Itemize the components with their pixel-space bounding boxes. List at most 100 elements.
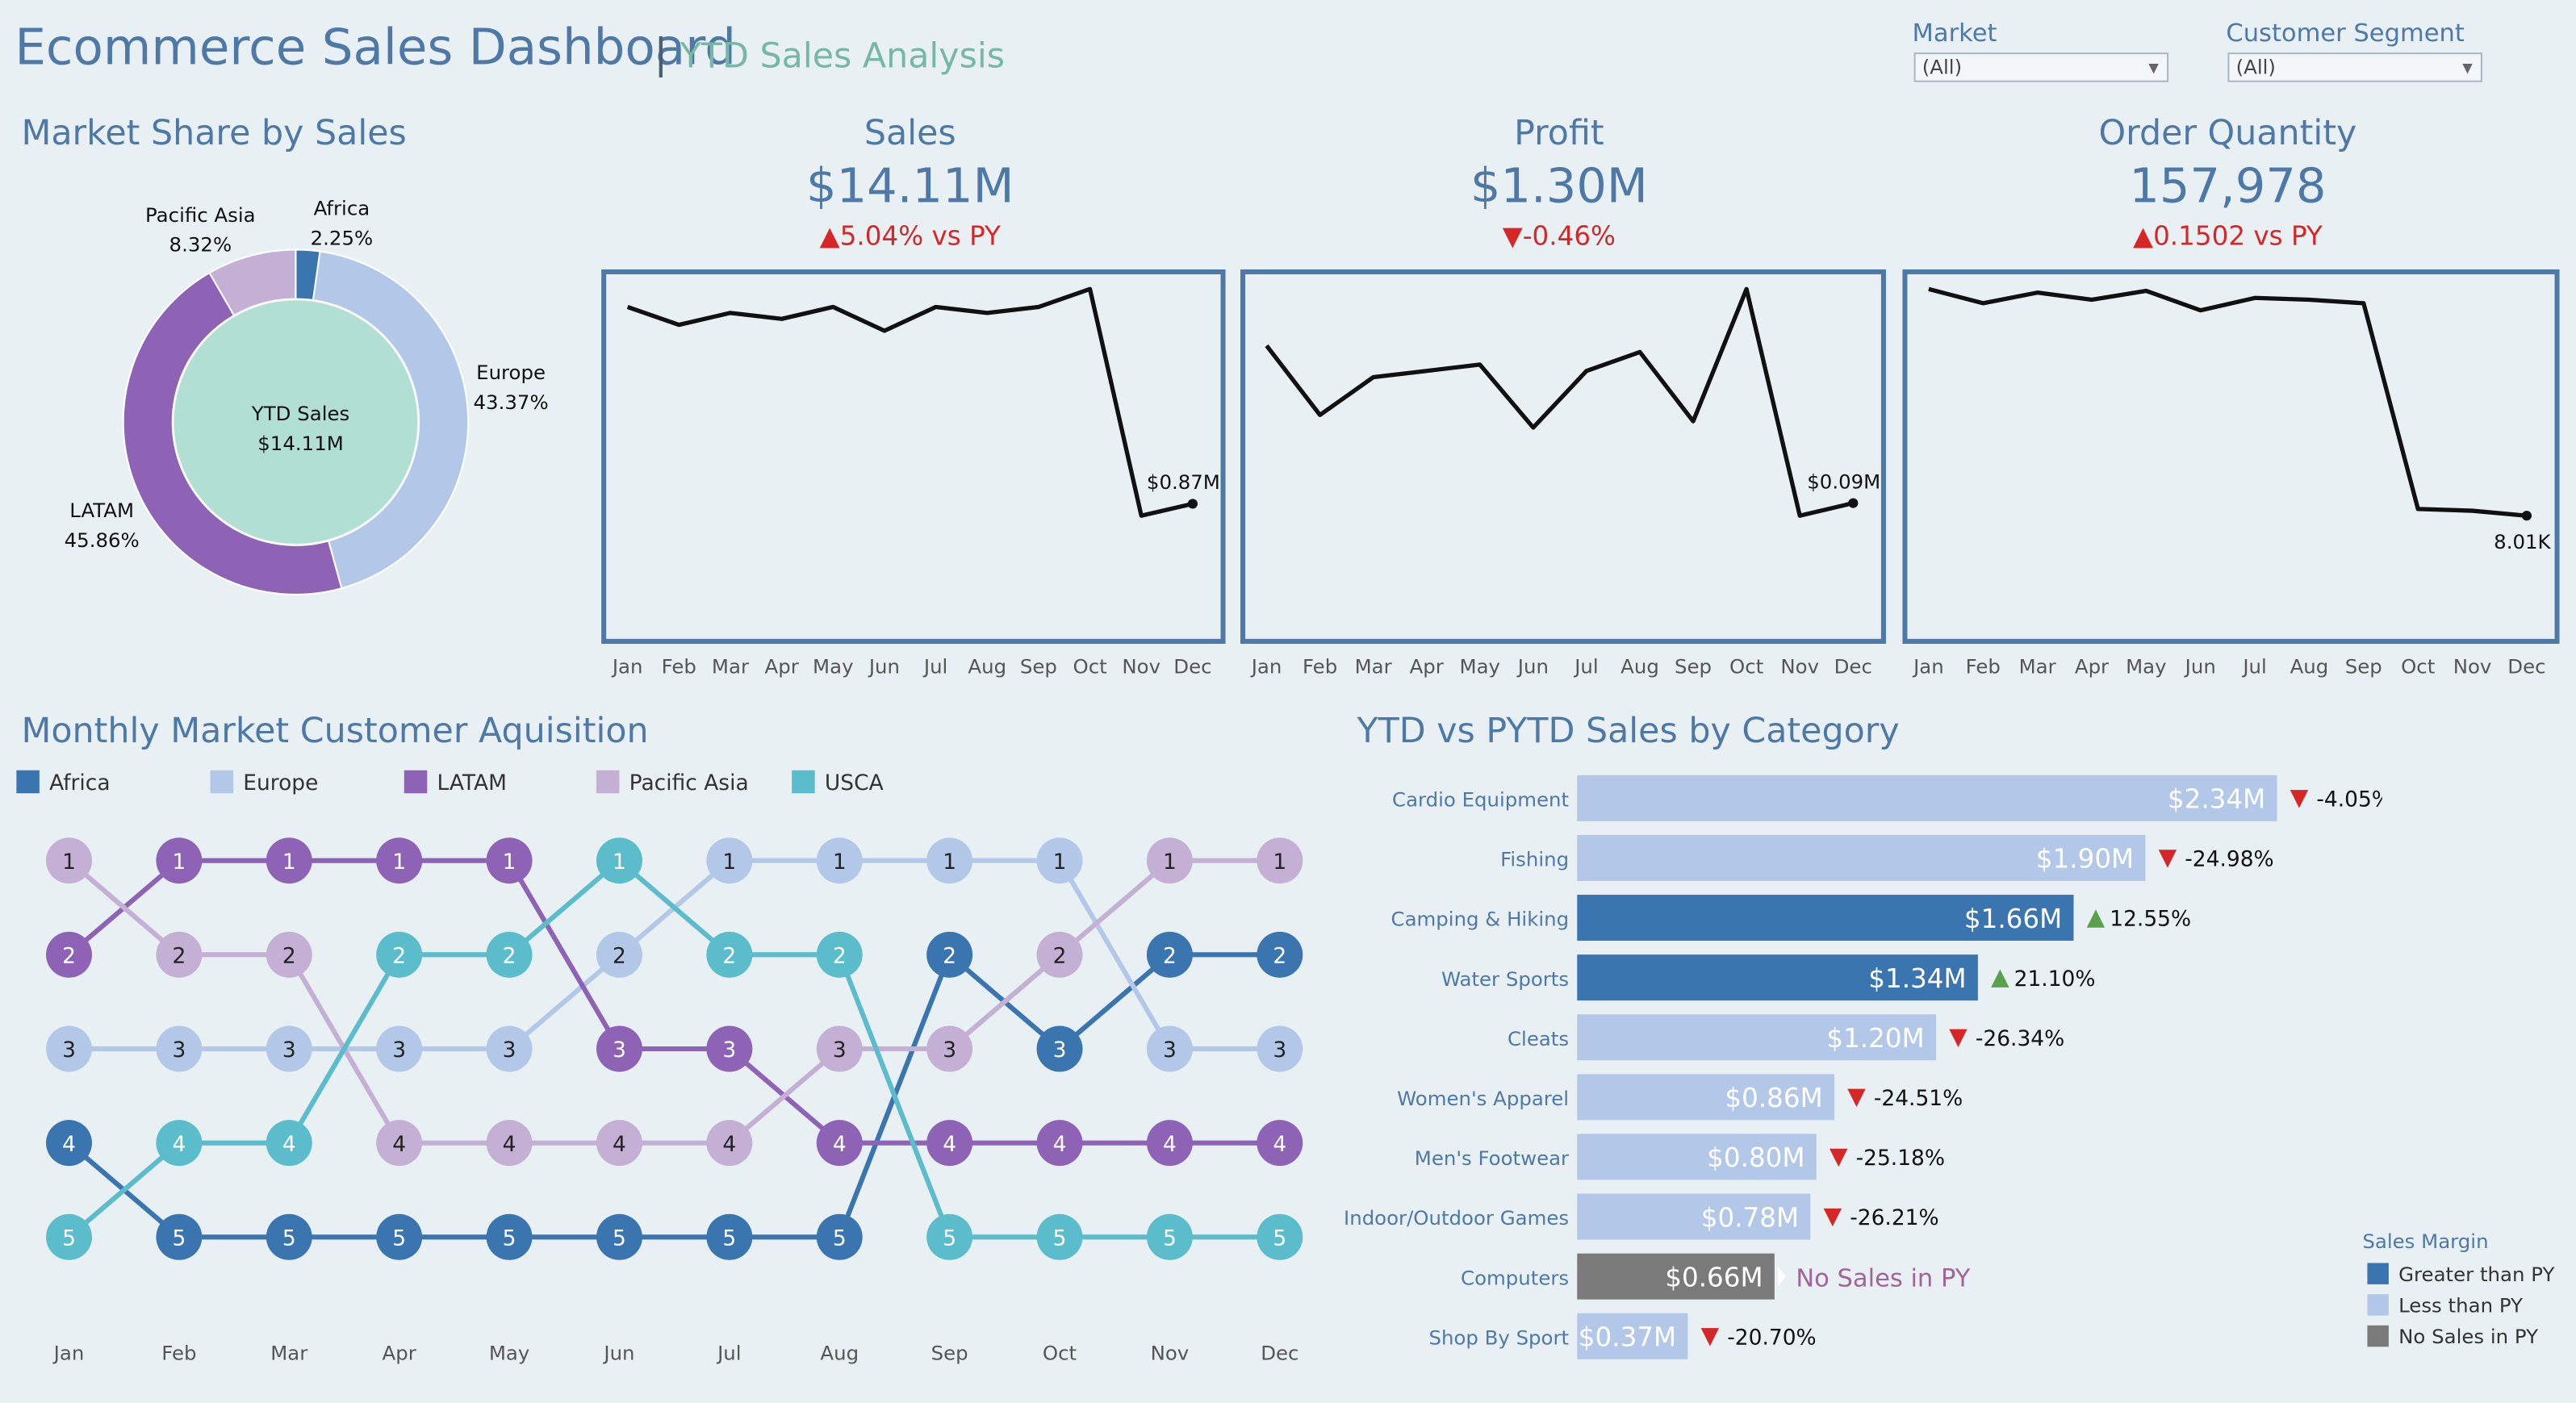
bar-value-label: $2.34M: [2168, 784, 2265, 815]
rank-label: 1: [62, 850, 76, 875]
x-tick-label: Feb: [1966, 655, 2001, 679]
rank-label: 5: [943, 1226, 956, 1251]
pie-label-pacific-asia: Pacific Asia 8.32%: [128, 200, 273, 259]
x-tick-label: Sep: [1020, 655, 1057, 679]
legend-label: Greater than PY: [2398, 1263, 2555, 1286]
up-arrow-icon: ▲: [2133, 219, 2154, 252]
x-tick-label: Oct: [1073, 655, 1106, 679]
x-tick-label: Jun: [602, 1342, 634, 1365]
pie-label-name: Africa: [313, 197, 370, 220]
trend-line: [626, 286, 1194, 518]
x-tick-label: Nov: [1122, 655, 1160, 679]
down-triangle-icon: [1830, 1148, 1848, 1167]
rank-label: 1: [833, 850, 847, 875]
legend-item-usca: USCA: [792, 770, 884, 797]
rank-label: 3: [282, 1038, 296, 1063]
rank-label: 1: [722, 850, 736, 875]
series-line-pacific-asia: [67, 858, 1280, 1146]
legend-swatch: [16, 770, 40, 794]
trend-end-label: $0.09M: [1807, 470, 1880, 493]
pie-label-latam: LATAM 45.86%: [54, 496, 149, 555]
bar-value-label: $1.90M: [2036, 844, 2134, 875]
down-arrow-icon: ▼: [1502, 219, 1523, 252]
up-triangle-icon: [1991, 969, 2009, 988]
x-tick-label: Feb: [1303, 655, 1337, 679]
bar-value-label: $1.34M: [1868, 963, 1966, 994]
rank-label: 5: [722, 1226, 736, 1251]
x-tick-label: Jul: [922, 655, 947, 679]
down-triangle-icon: [1823, 1208, 1842, 1227]
rank-label: 4: [943, 1132, 956, 1157]
category-label: Indoor/Outdoor Games: [1344, 1206, 1569, 1230]
x-tick-label: Jul: [716, 1342, 741, 1365]
rank-label: 2: [1163, 944, 1177, 969]
donut-center-title: YTD Sales: [251, 402, 350, 426]
chevron-down-icon: ▼: [2148, 61, 2159, 76]
kpi-sales-delta-text: 5.04% vs PY: [839, 219, 1001, 252]
series-line-africa: [67, 950, 1280, 1240]
down-triangle-icon: [1847, 1088, 1866, 1108]
x-tick-label: Sep: [931, 1342, 968, 1365]
rank-label: 4: [392, 1132, 406, 1157]
x-tick-label: Apr: [383, 1342, 417, 1365]
pie-label-europe: Europe 43.37%: [463, 358, 558, 417]
x-tick-label: Mar: [712, 655, 750, 679]
trend-line: [1928, 286, 2528, 518]
category-title: YTD vs PYTD Sales by Category: [1357, 711, 1900, 751]
up-arrow-icon: ▲: [819, 219, 840, 252]
rank-label: 2: [943, 944, 956, 969]
x-tick-label: Apr: [1410, 655, 1445, 679]
x-tick-label: Apr: [2075, 655, 2110, 679]
rank-label: 1: [613, 850, 626, 875]
rank-label: 3: [1273, 1038, 1286, 1063]
down-triangle-icon: [1949, 1029, 1968, 1047]
x-tick-label: Aug: [2290, 655, 2329, 679]
title-separator: |: [654, 29, 668, 77]
rank-label: 5: [1273, 1226, 1286, 1251]
bar-value-label: $0.78M: [1701, 1202, 1799, 1233]
profit-trend-chart: $0.09M Jan Feb Mar Apr May Jun Jul Aug Sep Oct Nov D…: [1240, 269, 1886, 679]
down-triangle-icon: [2290, 790, 2309, 808]
category-label: Water Sports: [1441, 967, 1569, 991]
kpi-sales-delta: ▲5.04% vs PY: [663, 220, 1156, 252]
category-label: Cardio Equipment: [1392, 788, 1569, 812]
donut-center-value: $14.11M: [257, 432, 344, 455]
x-tick-label: Feb: [161, 1342, 196, 1365]
rank-label: 1: [172, 850, 186, 875]
rank-label: 5: [1053, 1226, 1067, 1251]
change-label: No Sales in PY: [1796, 1264, 1970, 1292]
rank-label: 5: [613, 1226, 626, 1251]
legend-swatch: [2367, 1294, 2389, 1316]
pie-label-pct: 45.86%: [64, 528, 140, 552]
legend-label: Africa: [49, 771, 111, 797]
x-tick-label: Apr: [765, 655, 800, 679]
x-tick-label: Oct: [1043, 1342, 1077, 1365]
legend-label: USCA: [824, 771, 884, 797]
rank-label: 2: [1053, 944, 1067, 969]
x-tick-label: Feb: [662, 655, 696, 679]
rank-label: 3: [833, 1038, 847, 1063]
segment-filter-dropdown[interactable]: (All) ▼: [2227, 52, 2482, 82]
x-tick-label: Jan: [1912, 655, 1944, 679]
change-label: -4.05%: [2316, 787, 2382, 812]
legend-less-than-py: Less than PY: [2367, 1294, 2523, 1317]
market-filter-dropdown[interactable]: (All) ▼: [1913, 52, 2169, 82]
rank-label: 1: [392, 850, 406, 875]
kpi-profit-delta-text: -0.46%: [1522, 219, 1616, 252]
rank-label: 2: [392, 944, 406, 969]
kpi-profit-title: Profit: [1514, 113, 1604, 153]
change-label: -25.18%: [1856, 1146, 1945, 1171]
x-tick-label: Oct: [1729, 655, 1763, 679]
legend-swatch: [792, 770, 815, 794]
change-label: -26.34%: [1976, 1026, 2064, 1051]
rank-label: 1: [943, 850, 956, 875]
rank-label: 2: [613, 944, 626, 969]
chart-frame: [1902, 269, 2560, 644]
legend-swatch: [596, 770, 620, 794]
x-tick-label: Jul: [2241, 655, 2266, 679]
rank-label: 5: [833, 1226, 847, 1251]
legend-label: LATAM: [437, 771, 507, 797]
legend-item-latam: LATAM: [404, 770, 507, 797]
kpi-sales-value: $14.11M: [806, 157, 1014, 214]
legend-no-sales-in-py: No Sales in PY: [2367, 1325, 2538, 1348]
